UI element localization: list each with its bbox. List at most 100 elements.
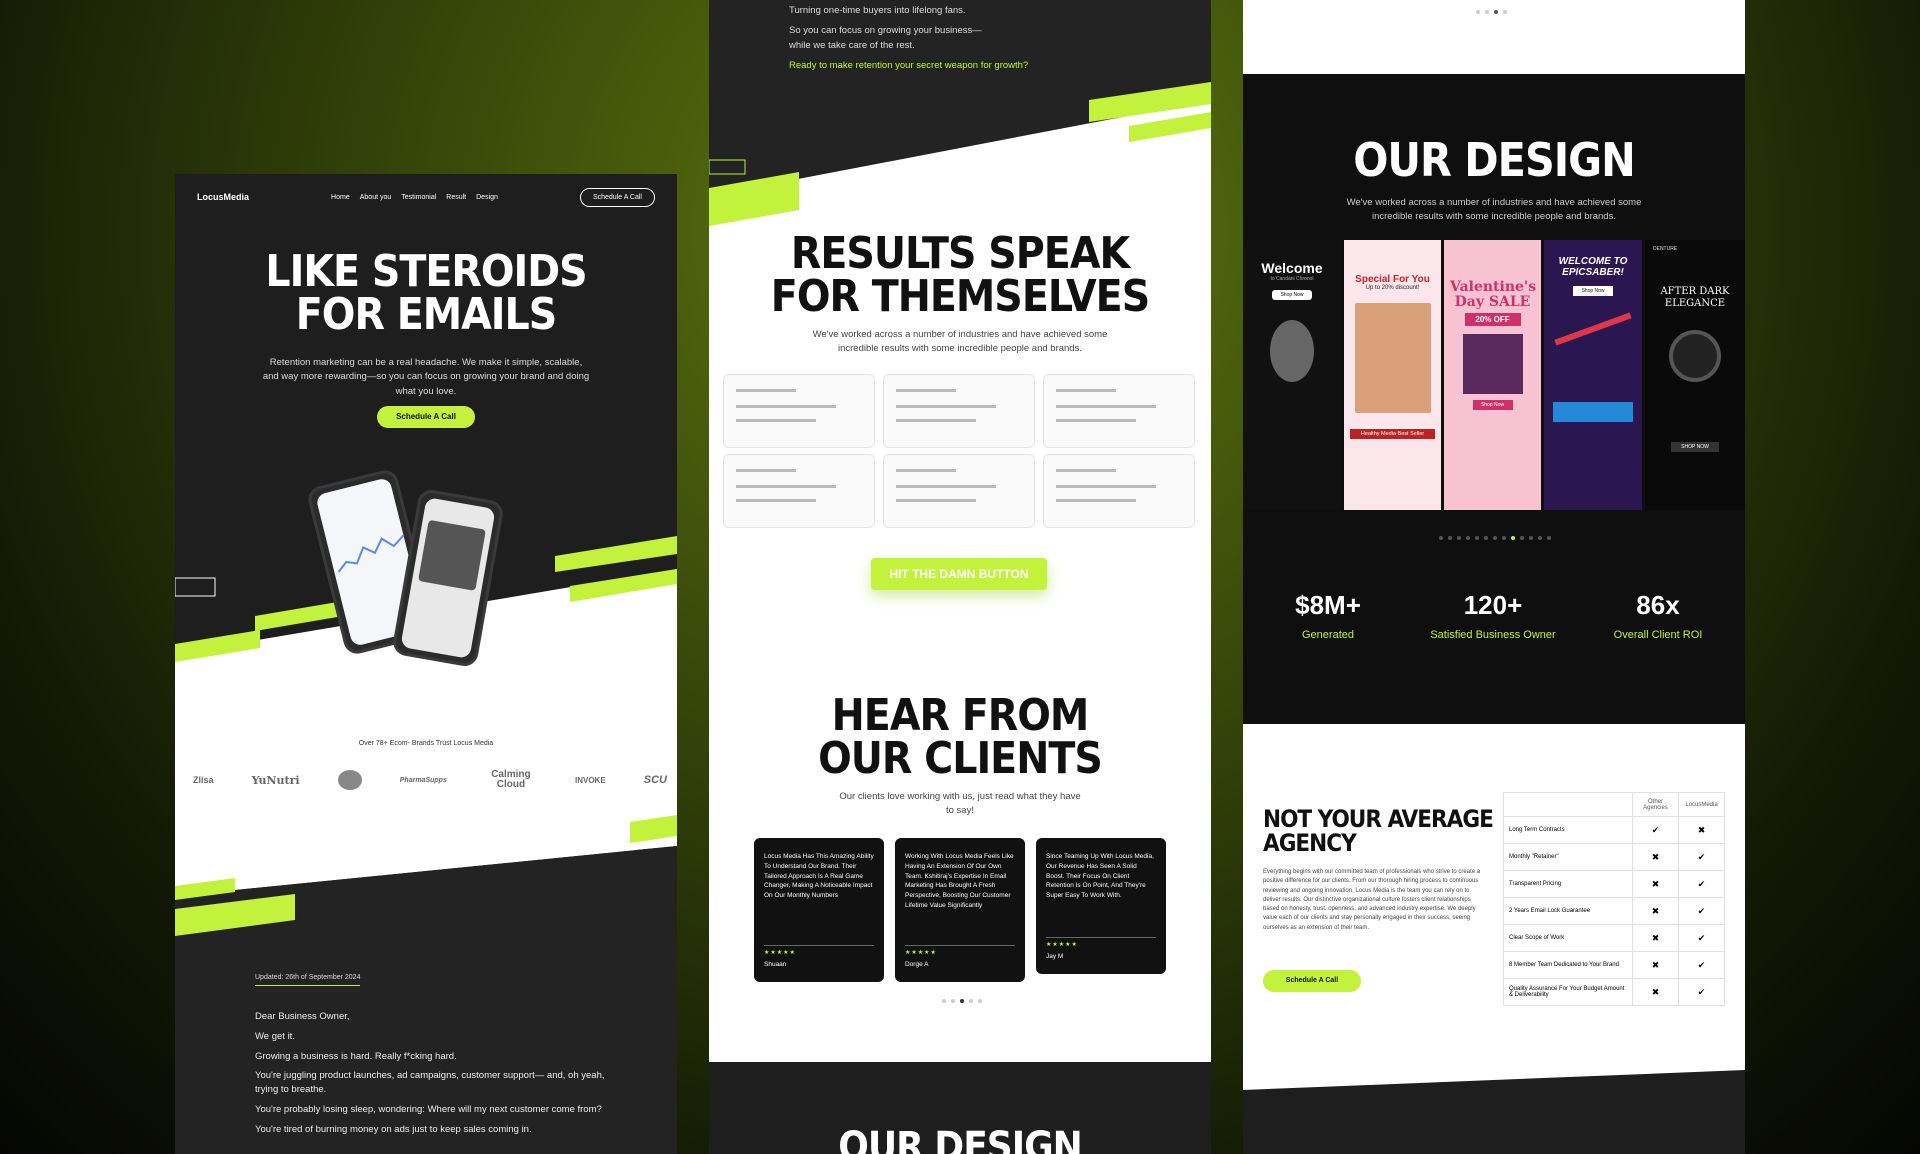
email-button: Shop Now xyxy=(1472,400,1513,411)
check-icon: ✔ xyxy=(1678,897,1725,925)
cross-icon: ✖ xyxy=(1632,870,1679,898)
result-screenshot xyxy=(723,454,875,528)
email-design-epicsaber: WELCOME TO EPICSABER! Shop Now xyxy=(1544,240,1642,510)
result-screenshot xyxy=(1043,374,1195,448)
email-subtitle: Up to 20% discount! xyxy=(1365,285,1420,291)
product-photo xyxy=(1354,303,1431,413)
intro-line: So you can focus on growing your busines… xyxy=(789,25,982,37)
letter-body: Dear Business Owner, We get it. Growing … xyxy=(255,1010,607,1142)
brands-heading: Over 78+ Ecom- Brands Trust Locus Media xyxy=(358,740,494,747)
results-subtitle: We've worked across a number of industri… xyxy=(812,329,1108,355)
our-design-heading-preview: OUR DESIGN xyxy=(838,1124,1082,1154)
table-row: Quality Assurance For Your Budget Amount… xyxy=(1503,978,1725,1006)
agency-heading: NOT YOUR AVERAGE AGENCY xyxy=(1263,805,1494,855)
email-button: Shop Now xyxy=(1573,286,1613,296)
brand-logo-1: Zlisa xyxy=(193,775,214,785)
diagonal-background xyxy=(175,536,677,1154)
brand-logo-7: SCU xyxy=(643,774,667,786)
email-title: Valentine's Day SALE xyxy=(1450,279,1537,310)
hit-the-damn-button[interactable]: HIT THE DAMN BUTTON xyxy=(871,558,1047,590)
carousel-dots[interactable] xyxy=(1439,536,1551,540)
rating-stars: ★★★★★ xyxy=(905,950,937,956)
row-label: Transparent Pricing xyxy=(1503,870,1633,898)
letter-line: You're juggling product launches, ad cam… xyxy=(255,1070,605,1096)
testimonial-card: Working With Locus Media Feels Like Havi… xyxy=(895,838,1025,982)
product-photo xyxy=(1462,334,1523,395)
cross-icon: ✖ xyxy=(1632,843,1679,871)
divider xyxy=(1046,937,1156,938)
comparison-table: Other Agencies LocusMedia Long Term Contr… xyxy=(1503,792,1725,1006)
stat-value: 120+ xyxy=(1463,590,1523,620)
stat-label: Generated xyxy=(1302,629,1354,641)
intro-text: Turning one-time buyers into lifelong fa… xyxy=(789,4,1028,73)
retention-link[interactable]: Ready to make retention your secret weap… xyxy=(789,59,1028,73)
stat-label: Overall Client ROI xyxy=(1613,629,1703,641)
col-locusmedia: LocusMedia xyxy=(1678,792,1725,817)
updated-date: Updated: 26th of September 2024 xyxy=(255,974,361,986)
cross-icon: ✖ xyxy=(1632,924,1679,952)
table-corner xyxy=(1503,792,1633,817)
letter-line: You're probably losing sleep, wondering:… xyxy=(255,1103,602,1115)
table-row: Long Term Contracts ✔ ✖ xyxy=(1503,816,1725,844)
clients-subtitle: Our clients love working with us, just r… xyxy=(839,791,1081,817)
table-row: Clear Scope of Work ✖ ✔ xyxy=(1503,924,1725,952)
testimonial-text: Working With Locus Media Feels Like Havi… xyxy=(905,853,1014,909)
agency-heading-line-1: NOT YOUR AVERAGE xyxy=(1263,805,1494,833)
carousel-dots[interactable] xyxy=(942,999,982,1003)
row-label: Monthly "Retainer" xyxy=(1503,843,1633,871)
row-label: Quality Assurance For Your Budget Amount… xyxy=(1503,978,1633,1006)
email-design-valentine: Valentine's Day SALE 20% OFF Shop Now xyxy=(1444,240,1541,510)
agency-body: Everything begins with our committed tea… xyxy=(1263,869,1481,931)
rating-stars: ★★★★★ xyxy=(1046,942,1078,948)
clients-heading-line-1: HEAR FROM xyxy=(831,690,1090,741)
stat-value: 86x xyxy=(1636,590,1680,620)
testimonial-card: Since Teaming Up With Locus Media, Our R… xyxy=(1036,838,1166,974)
row-label: Long Term Contracts xyxy=(1503,816,1633,844)
intro-line: Turning one-time buyers into lifelong fa… xyxy=(789,5,966,16)
check-icon: ✔ xyxy=(1678,951,1725,979)
brand-logo-5: Calming Cloud xyxy=(491,769,531,790)
cross-icon: ✖ xyxy=(1632,951,1679,979)
our-design-heading: OUR DESIGN xyxy=(1353,133,1635,187)
brand-logos-row: Zlisa YuNutri PharmaSupps Calming Cloud … xyxy=(193,770,667,790)
brand-logo-3-icon xyxy=(337,770,362,790)
testimonial-card: Locus Media Has This Amazing Ability To … xyxy=(754,838,884,982)
result-screenshot xyxy=(723,374,875,448)
watch-icon xyxy=(1270,320,1314,382)
email-subtitle: to Candani Chronol xyxy=(1270,276,1314,282)
cross-icon: ✖ xyxy=(1678,816,1725,844)
table-row: Monthly "Retainer" ✖ ✔ xyxy=(1503,843,1725,871)
promo-banner xyxy=(1553,402,1633,422)
stat-value: $8M+ xyxy=(1295,590,1361,620)
design-subtitle: We've worked across a number of industri… xyxy=(1346,197,1642,223)
divider xyxy=(764,945,874,946)
result-screenshot xyxy=(883,454,1035,528)
landing-page-panel-design: OUR DESIGN We've worked across a number … xyxy=(1243,0,1745,1154)
stat-roi: 86x Overall Client ROI xyxy=(1593,590,1723,641)
clients-heading-line-2: OUR CLIENTS xyxy=(818,733,1103,785)
email-title: Special For You xyxy=(1355,274,1430,285)
check-icon: ✔ xyxy=(1632,816,1679,844)
row-label: 2 Years Email Lock Guarantee xyxy=(1503,897,1633,925)
email-design-dark-elegance: DENTURE AFTER DARK ELEGANCE SHOP NOW xyxy=(1645,240,1745,510)
result-screenshot xyxy=(1043,454,1195,528)
letter-line: You're tired of burning money on ads jus… xyxy=(255,1123,532,1135)
stat-generated: $8M+ Generated xyxy=(1273,590,1383,641)
saber-icon xyxy=(1554,312,1632,346)
schedule-call-agency-button[interactable]: Schedule A Call xyxy=(1263,970,1361,992)
landing-page-panel-hero: LocusMedia Home About you Testimonial Re… xyxy=(175,174,677,1154)
email-title: WELCOME TO EPICSABER! xyxy=(1558,256,1628,278)
testimonial-text: Since Teaming Up With Locus Media, Our R… xyxy=(1046,853,1154,899)
email-brand: DENTURE xyxy=(1653,246,1678,252)
rating-stars: ★★★★★ xyxy=(764,950,796,956)
check-icon: ✔ xyxy=(1678,978,1725,1006)
testimonial-author: Shuaan xyxy=(764,961,787,969)
brand-logo-6: INVOKE xyxy=(575,775,606,785)
email-button: SHOP NOW xyxy=(1671,442,1719,452)
testimonial-author: Dorge A xyxy=(905,961,929,969)
table-row: Transparent Pricing ✖ ✔ xyxy=(1503,870,1725,898)
cross-icon: ✖ xyxy=(1632,978,1679,1006)
check-icon: ✔ xyxy=(1678,843,1725,871)
check-icon: ✔ xyxy=(1678,924,1725,952)
watch-icon xyxy=(1669,330,1721,382)
